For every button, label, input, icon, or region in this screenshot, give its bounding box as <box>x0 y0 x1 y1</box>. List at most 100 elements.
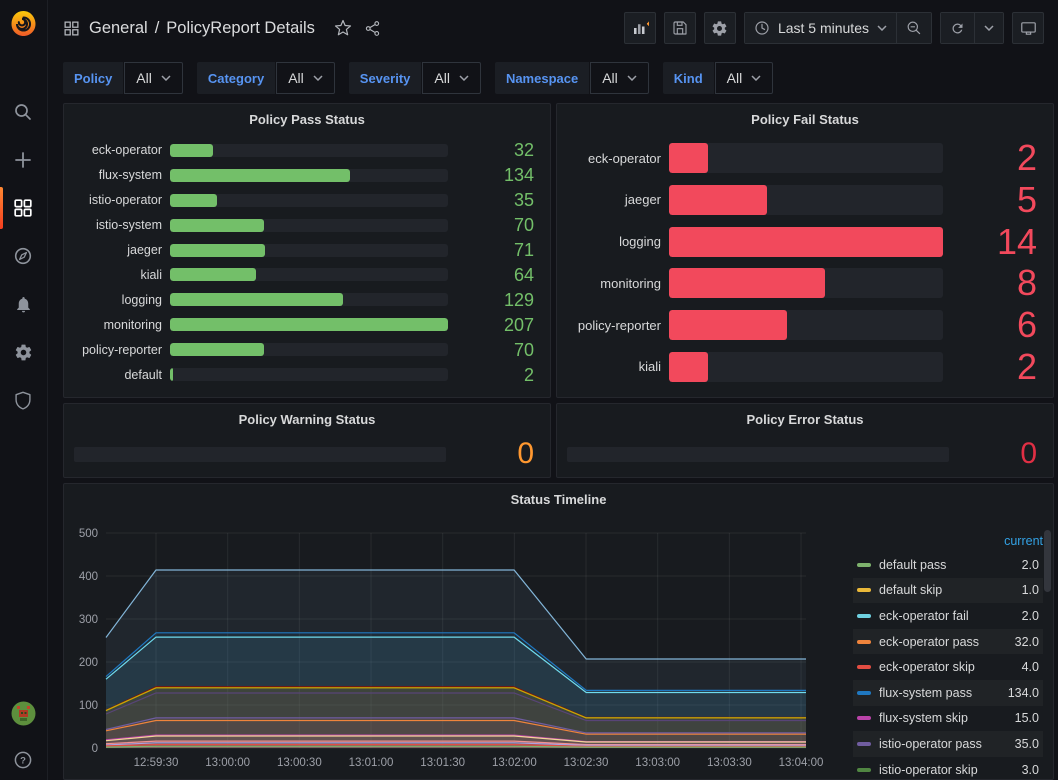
svg-text:13:01:00: 13:01:00 <box>349 757 394 769</box>
bargauge-row: eck-operator32 <box>72 138 534 163</box>
chevron-down-icon <box>161 75 171 81</box>
compass-icon <box>13 246 33 266</box>
bargauge-label: default <box>72 368 162 382</box>
filter-value-dropdown[interactable]: All <box>422 62 481 94</box>
bargauge-value: 70 <box>456 216 534 234</box>
bargauge-track <box>170 219 448 232</box>
bargauge-fill <box>170 318 448 331</box>
save-dashboard-button[interactable] <box>664 12 696 44</box>
sidebar-item-search[interactable] <box>0 88 46 136</box>
clock-icon <box>754 20 770 36</box>
bargauge-track <box>567 447 949 462</box>
gear-icon <box>14 343 33 362</box>
time-picker-button[interactable]: Last 5 minutes <box>745 13 896 43</box>
bargauge-value: 129 <box>456 291 534 309</box>
grafana-logo[interactable] <box>9 9 38 38</box>
bargauge-value: 32 <box>456 141 534 159</box>
tv-mode-button[interactable] <box>1012 12 1044 44</box>
bargauge-row: kiali64 <box>72 263 534 288</box>
bargauge-track <box>669 310 943 340</box>
legend-label: default skip <box>879 583 1014 597</box>
filter-value-dropdown[interactable]: All <box>124 62 183 94</box>
bargauge-fill <box>170 293 343 306</box>
dashboards-grid-icon <box>13 198 33 218</box>
bargauge-fill <box>669 185 767 215</box>
legend-scrollbar[interactable] <box>1044 530 1051 592</box>
legend-swatch <box>857 691 871 695</box>
filter-namespace: Namespace All <box>495 62 649 94</box>
svg-text:12:59:30: 12:59:30 <box>134 757 179 769</box>
sidebar-item-alerting[interactable] <box>0 280 46 328</box>
pass-rows: eck-operator32flux-system134istio-operat… <box>72 138 534 387</box>
grafana-dashboard: ? General / PolicyReport Details <box>0 0 1058 780</box>
filter-label: Namespace <box>495 62 589 94</box>
search-minus-icon <box>906 20 922 36</box>
legend-swatch <box>857 716 871 720</box>
add-panel-icon <box>631 19 649 37</box>
panel-title[interactable]: Policy Fail Status <box>557 104 1053 134</box>
star-icon[interactable] <box>334 19 352 37</box>
sidebar-item-dashboards[interactable] <box>0 184 46 232</box>
bargauge-track <box>170 268 448 281</box>
breadcrumb-folder[interactable]: General <box>89 19 148 38</box>
legend-label: default pass <box>879 558 1014 572</box>
bargauge-fill <box>669 143 708 173</box>
legend-item[interactable]: istio-operator skip3.0 <box>853 757 1043 780</box>
bargauge-row: flux-system134 <box>72 163 534 188</box>
legend-item[interactable]: flux-system skip 15.0 <box>853 706 1043 732</box>
dashboard-toolbar: Last 5 minutes <box>624 12 1044 44</box>
sidebar-item-server-admin[interactable] <box>0 376 46 424</box>
user-avatar[interactable] <box>11 701 36 726</box>
svg-text:300: 300 <box>79 614 98 626</box>
filter-label: Severity <box>349 62 422 94</box>
filter-value-dropdown[interactable]: All <box>276 62 335 94</box>
legend-item[interactable]: istio-operator pass35.0 <box>853 731 1043 757</box>
filter-value-dropdown[interactable]: All <box>590 62 649 94</box>
legend-value: 15.0 <box>1015 711 1039 725</box>
bargauge-track <box>669 227 943 257</box>
add-panel-button[interactable] <box>624 12 656 44</box>
filter-value-text: All <box>136 70 152 86</box>
panel-title[interactable]: Policy Pass Status <box>64 104 550 134</box>
bargauge-value: 6 <box>951 307 1037 343</box>
sidebar-item-explore[interactable] <box>0 232 46 280</box>
legend-item[interactable]: default pass2.0 <box>853 552 1043 578</box>
legend-label: flux-system skip <box>879 711 1007 725</box>
legend-label: eck-operator skip <box>879 660 1014 674</box>
panel-title[interactable]: Status Timeline <box>64 492 1053 507</box>
error-gauge-row: 0 <box>567 441 1037 467</box>
bargauge-label: flux-system <box>72 168 162 182</box>
panel-title[interactable]: Policy Error Status <box>557 404 1053 434</box>
sidebar-item-configuration[interactable] <box>0 328 46 376</box>
bargauge-value: 2 <box>456 366 534 384</box>
refresh-group <box>940 12 1004 44</box>
panel-policy-error-status: Policy Error Status 0 <box>556 403 1054 478</box>
legend-item[interactable]: eck-operator pass32.0 <box>853 629 1043 655</box>
bargauge-fill <box>170 169 350 182</box>
svg-text:13:02:30: 13:02:30 <box>564 757 609 769</box>
sidebar-bottom: ? <box>0 701 46 770</box>
zoom-out-time-button[interactable] <box>896 13 931 43</box>
dashboard-settings-button[interactable] <box>704 12 736 44</box>
filter-value-text: All <box>602 70 618 86</box>
legend-item[interactable]: eck-operator fail2.0 <box>853 603 1043 629</box>
legend-value: 2.0 <box>1022 609 1039 623</box>
legend-item[interactable]: default skip 1.0 <box>853 578 1043 604</box>
legend-item[interactable]: flux-system pass134.0 <box>853 680 1043 706</box>
bargauge-row: monitoring8 <box>565 263 1037 303</box>
legend-item[interactable]: eck-operator skip4.0 <box>853 654 1043 680</box>
panel-title[interactable]: Policy Warning Status <box>64 404 550 434</box>
legend-value: 1.0 <box>1022 583 1039 597</box>
legend-current-header[interactable]: current <box>853 534 1043 552</box>
bargauge-row: policy-reporter70 <box>72 337 534 362</box>
refresh-button[interactable] <box>941 13 974 43</box>
bargauge-row: jaeger71 <box>72 238 534 263</box>
sidebar-item-create[interactable] <box>0 136 46 184</box>
bargauge-value: 64 <box>456 266 534 284</box>
help-button[interactable]: ? <box>13 750 33 770</box>
filter-value-dropdown[interactable]: All <box>715 62 774 94</box>
refresh-interval-dropdown[interactable] <box>974 13 1003 43</box>
bargauge-track <box>669 185 943 215</box>
timeline-legend: currentdefault pass2.0default skip1.0eck… <box>853 534 1043 780</box>
share-icon[interactable] <box>364 20 381 37</box>
